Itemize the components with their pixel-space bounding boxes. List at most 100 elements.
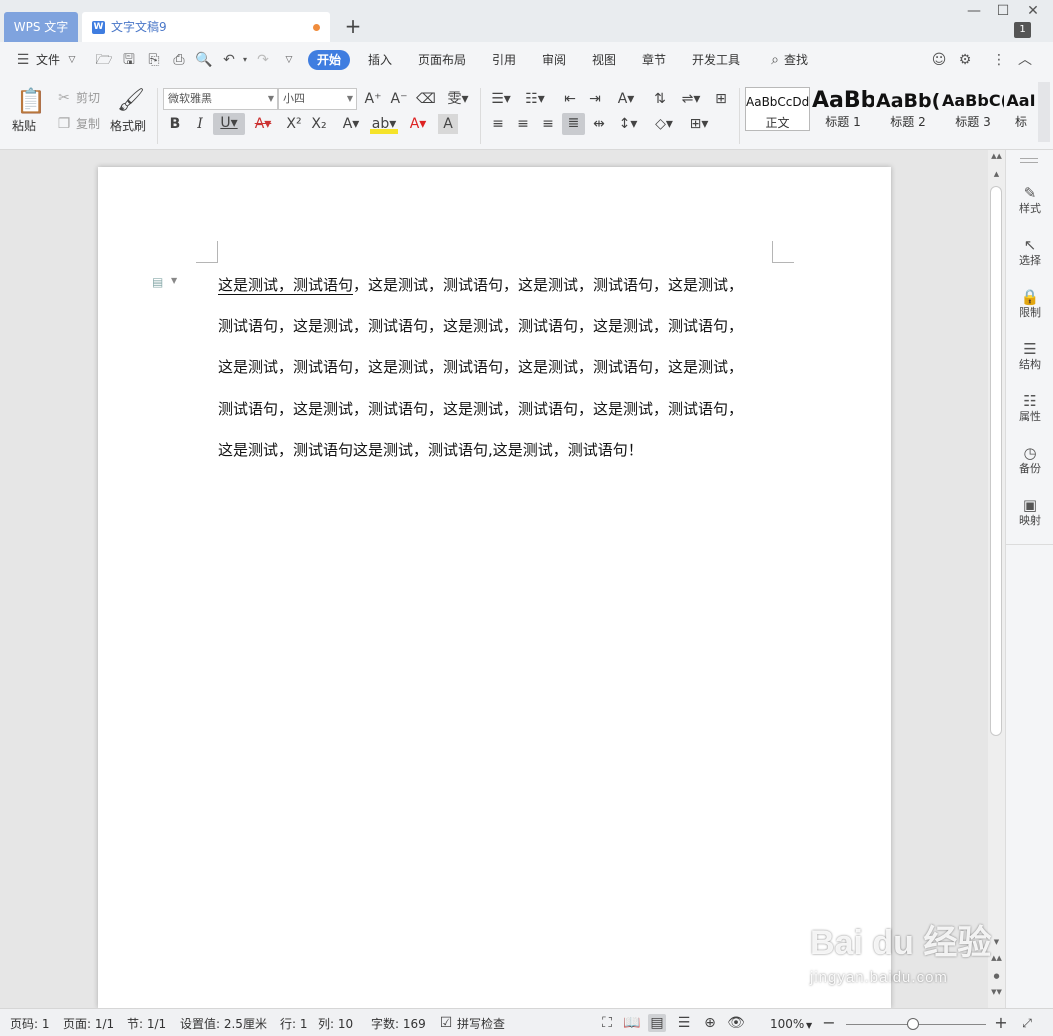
font-size-select[interactable]: 小四 ▼ bbox=[278, 88, 357, 110]
character-shading-icon[interactable]: A bbox=[438, 114, 458, 134]
document-line[interactable]: 这是测试，测试语句，这是测试，测试语句，这是测试，测试语句，这是测试， bbox=[218, 357, 743, 377]
format-painter-icon[interactable]: 🖌 bbox=[117, 86, 145, 116]
align-center-icon[interactable]: ≡ bbox=[513, 114, 533, 134]
maximize-icon[interactable]: ☐ bbox=[993, 3, 1013, 19]
fit-window-icon[interactable]: ⤢ bbox=[1018, 1014, 1036, 1032]
tab-references[interactable]: 引用 bbox=[492, 52, 516, 68]
eye-protection-icon[interactable]: 👁 bbox=[727, 1014, 745, 1032]
style-normal[interactable]: AaBbCcDd 正文 bbox=[745, 87, 810, 131]
align-left-icon[interactable]: ≡ bbox=[488, 114, 508, 134]
status-section[interactable]: 节: 1/1 bbox=[127, 1016, 166, 1032]
zoom-in-icon[interactable]: + bbox=[992, 1014, 1010, 1032]
save-icon[interactable]: 🖫 bbox=[120, 51, 138, 69]
strikethrough-icon[interactable]: A▾ bbox=[250, 114, 276, 134]
status-word-count[interactable]: 字数: 169 bbox=[371, 1016, 426, 1032]
more-options-icon[interactable]: ⋮ bbox=[990, 51, 1008, 69]
tab-view[interactable]: 视图 bbox=[592, 52, 616, 68]
align-right-icon[interactable]: ≡ bbox=[538, 114, 558, 134]
spell-check-button[interactable]: 拼写检查 bbox=[457, 1016, 505, 1032]
superscript-icon[interactable]: X² bbox=[283, 114, 305, 134]
export-pdf-icon[interactable]: ⎘ bbox=[145, 51, 163, 69]
web-view-icon[interactable]: ⊕ bbox=[701, 1014, 719, 1032]
bullet-list-icon[interactable]: ☰▾ bbox=[488, 89, 514, 109]
format-painter-button[interactable]: 格式刷 bbox=[110, 118, 146, 134]
sidebar-item-backup[interactable]: ◷ 备份 bbox=[1006, 444, 1053, 476]
cut-icon[interactable]: ✂ bbox=[56, 88, 72, 108]
settings-gear-icon[interactable]: ⚙ bbox=[956, 51, 974, 69]
tab-developer[interactable]: 开发工具 bbox=[692, 52, 740, 68]
tab-chapter[interactable]: 章节 bbox=[642, 52, 666, 68]
tab-page-layout[interactable]: 页面布局 bbox=[418, 52, 466, 68]
window-count-badge[interactable]: 1 bbox=[1014, 22, 1031, 38]
outline-view-icon[interactable]: ☰ bbox=[675, 1014, 693, 1032]
close-icon[interactable]: ✕ bbox=[1023, 3, 1043, 19]
sort-icon[interactable]: ⇅ bbox=[650, 89, 670, 109]
undo-dropdown-icon[interactable]: ▾ bbox=[236, 51, 254, 69]
zoom-out-icon[interactable]: − bbox=[820, 1014, 838, 1032]
shrink-font-icon[interactable]: A⁻ bbox=[389, 89, 409, 109]
page-view-icon[interactable]: ▤ bbox=[648, 1014, 666, 1032]
collapse-ribbon-icon[interactable]: ︿ bbox=[1016, 51, 1034, 69]
font-name-select[interactable]: 微软雅黑 ▼ bbox=[163, 88, 278, 110]
sidebar-item-select[interactable]: ↖ 选择 bbox=[1006, 236, 1053, 268]
copy-button[interactable]: 复制 bbox=[76, 116, 100, 132]
status-page-code[interactable]: 页码: 1 bbox=[10, 1016, 50, 1032]
grow-font-icon[interactable]: A⁺ bbox=[363, 89, 383, 109]
numbered-list-icon[interactable]: ☷▾ bbox=[522, 89, 548, 109]
text-effects-icon[interactable]: A▾ bbox=[338, 114, 364, 134]
zoom-slider-handle[interactable] bbox=[907, 1018, 919, 1030]
status-column[interactable]: 列: 10 bbox=[318, 1016, 353, 1032]
document-tab[interactable]: W 文字文稿9 bbox=[82, 12, 330, 42]
new-tab-button[interactable]: + bbox=[343, 13, 363, 39]
paste-icon[interactable]: 📋 bbox=[16, 86, 46, 116]
vertical-scrollbar[interactable]: ▲▲ ▲ ▼ ▲▲ ● ▼▼ bbox=[988, 150, 1005, 1008]
underline-icon[interactable]: U▾ bbox=[213, 113, 245, 135]
reading-mode-icon[interactable]: 📖 bbox=[623, 1014, 641, 1032]
chevron-down-icon[interactable]: ▽ bbox=[63, 51, 81, 69]
status-setting-value[interactable]: 设置值: 2.5厘米 bbox=[180, 1016, 267, 1032]
borders-icon[interactable]: ⊞▾ bbox=[685, 114, 713, 134]
search-button[interactable]: 查找 bbox=[784, 52, 808, 68]
chinese-layout-icon[interactable]: A▾ bbox=[612, 89, 640, 109]
feedback-icon[interactable]: ☺ bbox=[930, 51, 948, 69]
sidebar-item-styles[interactable]: ✎ 样式 bbox=[1006, 184, 1053, 216]
status-row[interactable]: 行: 1 bbox=[280, 1016, 308, 1032]
scrollbar-thumb[interactable] bbox=[990, 186, 1002, 736]
panel-grip[interactable] bbox=[1020, 158, 1038, 163]
decrease-indent-icon[interactable]: ⇤ bbox=[560, 89, 580, 109]
chevron-down-icon[interactable]: ▼ bbox=[171, 276, 177, 285]
tab-insert[interactable]: 插入 bbox=[368, 52, 392, 68]
subscript-icon[interactable]: X₂ bbox=[308, 114, 330, 134]
redo-icon[interactable]: ↷ bbox=[254, 51, 272, 69]
italic-icon[interactable]: I bbox=[190, 114, 210, 134]
scroll-up-icon[interactable]: ▲ bbox=[988, 170, 1005, 178]
document-line[interactable]: 这是测试，测试语句，这是测试，测试语句，这是测试，测试语句，这是测试， bbox=[218, 275, 743, 295]
open-folder-icon[interactable]: 🗁 bbox=[95, 51, 113, 69]
style-heading-1[interactable]: AaBb 标题 1 bbox=[812, 87, 874, 131]
sidebar-item-mapping[interactable]: ▣ 映射 bbox=[1006, 496, 1053, 528]
app-tab[interactable]: WPS 文字 bbox=[4, 12, 78, 42]
minimize-icon[interactable]: — bbox=[964, 3, 984, 19]
clear-format-icon[interactable]: ⌫ bbox=[416, 89, 436, 109]
copy-icon[interactable]: ❐ bbox=[56, 114, 72, 134]
tab-home[interactable]: 开始 bbox=[308, 50, 351, 70]
document-line[interactable]: 这是测试，测试语句这是测试，测试语句,这是测试，测试语句！ bbox=[218, 440, 643, 460]
distributed-align-icon[interactable]: ⇹ bbox=[589, 114, 609, 134]
style-heading-3[interactable]: AaBbC( 标题 3 bbox=[942, 87, 1004, 131]
justify-icon[interactable]: ≣ bbox=[562, 113, 585, 135]
fullscreen-icon[interactable]: ⛶ bbox=[598, 1014, 616, 1032]
search-icon[interactable]: ⌕ bbox=[766, 51, 784, 69]
increase-indent-icon[interactable]: ⇥ bbox=[585, 89, 605, 109]
print-icon[interactable]: ⎙ bbox=[170, 51, 188, 69]
highlight-icon[interactable]: ab▾ bbox=[370, 114, 398, 134]
print-preview-icon[interactable]: 🔍 bbox=[195, 51, 213, 69]
tab-review[interactable]: 审阅 bbox=[542, 52, 566, 68]
scroll-top-icon[interactable]: ▲▲ bbox=[988, 152, 1005, 160]
zoom-level-select[interactable]: 100% bbox=[770, 1016, 804, 1032]
customize-toolbar-icon[interactable]: ▽ bbox=[280, 51, 298, 69]
hamburger-menu-icon[interactable]: ☰ bbox=[14, 51, 32, 69]
sidebar-item-structure[interactable]: ☰ 结构 bbox=[1006, 340, 1053, 372]
document-line[interactable]: 测试语句，这是测试，测试语句，这是测试，测试语句，这是测试，测试语句， bbox=[218, 399, 743, 419]
chevron-down-icon[interactable]: ▼ bbox=[806, 1018, 812, 1034]
show-hide-marks-icon[interactable]: ⇌▾ bbox=[678, 89, 704, 109]
